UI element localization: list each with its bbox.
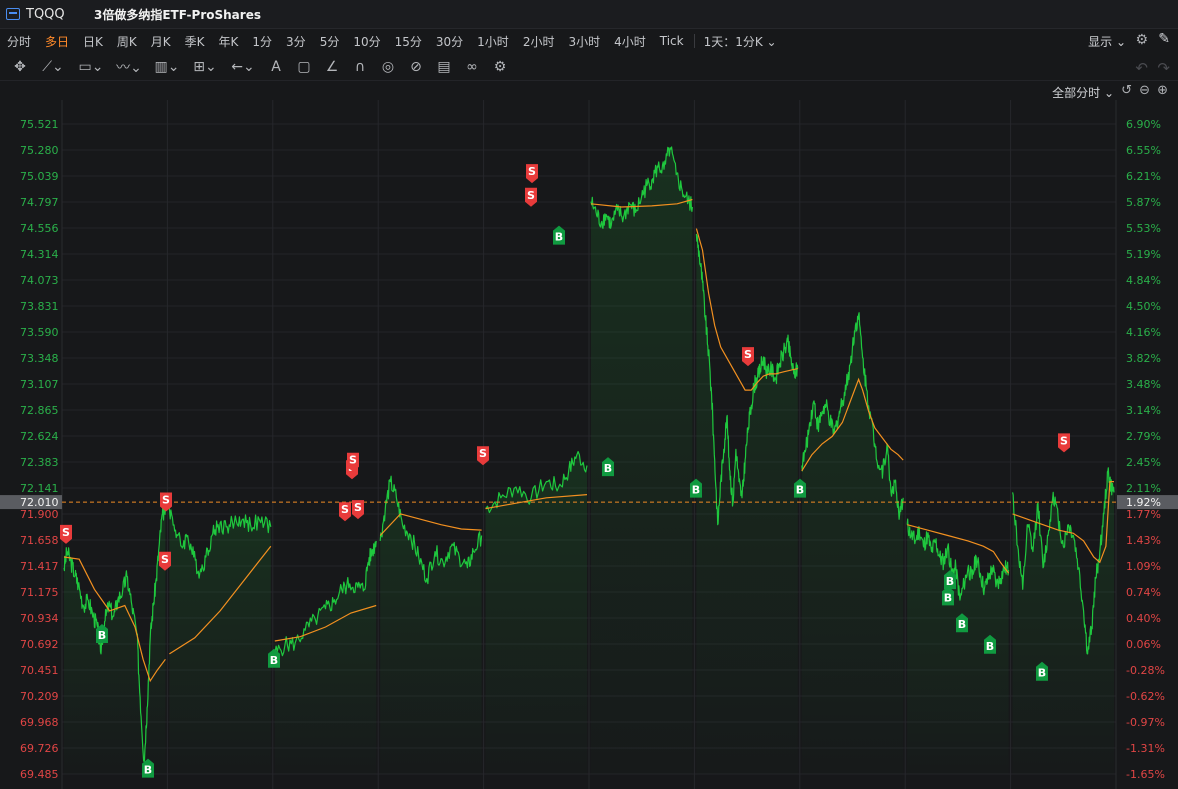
y-tick-label-right: 0.40%: [1126, 612, 1161, 625]
price-area: [380, 476, 482, 774]
y-tick-label-left: 71.175: [20, 586, 59, 599]
y-tick-label-left: 72.141: [20, 482, 59, 495]
y-tick-label-right: 4.16%: [1126, 326, 1161, 339]
y-tick-label-right: 6.21%: [1126, 170, 1161, 183]
marker-label: B: [796, 484, 804, 497]
y-tick-label-left: 69.968: [20, 716, 59, 729]
y-tick-label-right: 4.84%: [1126, 274, 1161, 287]
y-tick-label-right: 1.77%: [1126, 508, 1161, 521]
y-tick-label-left: 70.209: [20, 690, 59, 703]
marker-label: S: [479, 447, 487, 460]
y-tick-label-right: 2.11%: [1126, 482, 1161, 495]
price-area: [696, 233, 798, 774]
marker-label: B: [1038, 667, 1046, 680]
y-tick-label-left: 73.590: [20, 326, 59, 339]
marker-label: S: [744, 348, 752, 361]
marker-label: S: [161, 553, 169, 566]
y-tick-label-left: 71.900: [20, 508, 59, 521]
y-tick-label-right: 6.55%: [1126, 144, 1161, 157]
price-area: [801, 312, 904, 774]
y-tick-label-right: -0.28%: [1126, 664, 1165, 677]
y-tick-label-right: 1.09%: [1126, 560, 1161, 573]
y-tick-label-left: 70.451: [20, 664, 59, 677]
y-tick-label-right: 6.90%: [1126, 118, 1161, 131]
y-tick-label-left: 73.348: [20, 352, 59, 365]
marker-label: B: [555, 231, 563, 244]
marker-label: B: [958, 618, 966, 631]
y-tick-label-right: 4.50%: [1126, 300, 1161, 313]
y-tick-label-left: 69.726: [20, 742, 59, 755]
marker-label: S: [349, 454, 357, 467]
y-tick-label-right: 5.19%: [1126, 248, 1161, 261]
y-tick-label-right: -0.97%: [1126, 716, 1165, 729]
marker-label: B: [946, 575, 954, 588]
y-tick-label-right: 3.48%: [1126, 378, 1161, 391]
y-tick-label-right: 5.87%: [1126, 196, 1161, 209]
y-tick-label-left: 74.556: [20, 222, 59, 235]
y-tick-label-left: 75.039: [20, 170, 59, 183]
y-tick-label-left: 69.485: [20, 768, 59, 781]
y-tick-label-left: 75.521: [20, 118, 59, 131]
price-chart[interactable]: 75.521 6.90% 75.280 6.55% 75.039 6.21% 74.797 5…: [0, 0, 1178, 789]
marker-label: S: [1060, 434, 1068, 447]
marker-label: B: [692, 484, 700, 497]
marker-label: B: [144, 764, 152, 777]
y-tick-label-right: 5.53%: [1126, 222, 1161, 235]
y-tick-label-right: 3.14%: [1126, 404, 1161, 417]
marker-label: S: [527, 189, 535, 202]
y-tick-label-left: 74.073: [20, 274, 59, 287]
marker-label: S: [354, 501, 362, 514]
y-tick-label-right: 2.79%: [1126, 430, 1161, 443]
y-tick-label-left: 73.107: [20, 378, 59, 391]
reference-price-label: 72.010: [20, 496, 59, 509]
marker-label: B: [944, 591, 952, 604]
marker-label: B: [986, 640, 994, 653]
y-tick-label-right: 0.06%: [1126, 638, 1161, 651]
y-tick-label-left: 73.831: [20, 300, 59, 313]
y-tick-label-left: 71.417: [20, 560, 59, 573]
y-tick-label-left: 74.797: [20, 196, 59, 209]
y-tick-label-right: 3.82%: [1126, 352, 1161, 365]
marker-label: S: [341, 503, 349, 516]
marker-label: B: [270, 654, 278, 667]
y-tick-label-left: 70.934: [20, 612, 59, 625]
marker-label: B: [604, 462, 612, 475]
y-tick-label-left: 72.624: [20, 430, 59, 443]
marker-label: S: [162, 494, 170, 507]
marker-label: S: [528, 165, 536, 178]
y-tick-label-left: 71.658: [20, 534, 59, 547]
y-tick-label-left: 72.383: [20, 456, 59, 469]
y-tick-label-right: 1.43%: [1126, 534, 1161, 547]
y-tick-label-left: 74.314: [20, 248, 59, 261]
reference-pct-label: 1.92%: [1126, 496, 1161, 509]
marker-label: S: [62, 526, 70, 539]
y-tick-label-right: 0.74%: [1126, 586, 1161, 599]
y-tick-label-left: 70.692: [20, 638, 59, 651]
y-tick-label-right: -1.31%: [1126, 742, 1165, 755]
y-tick-label-left: 75.280: [20, 144, 59, 157]
marker-label: B: [98, 629, 106, 642]
y-tick-label-right: -1.65%: [1126, 768, 1165, 781]
y-tick-label-right: -0.62%: [1126, 690, 1165, 703]
y-tick-label-left: 72.865: [20, 404, 59, 417]
price-area: [274, 540, 377, 774]
y-tick-label-right: 2.45%: [1126, 456, 1161, 469]
